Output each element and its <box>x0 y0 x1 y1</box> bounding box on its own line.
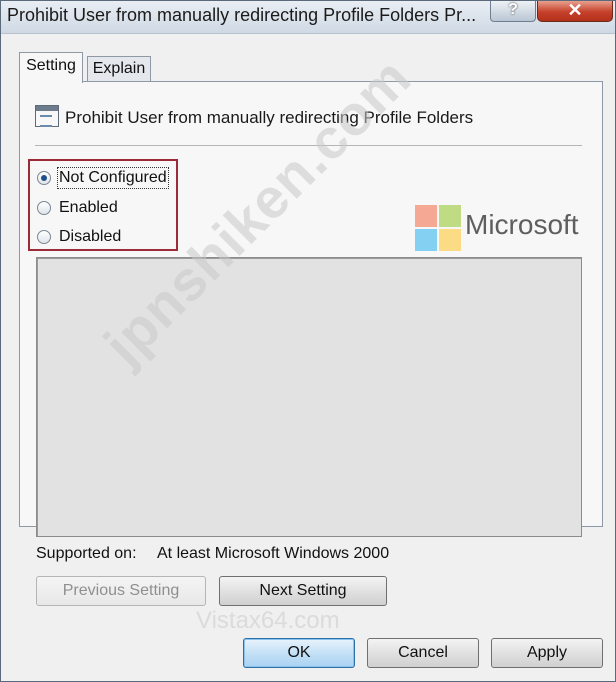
comment-textarea[interactable] <box>36 257 582 537</box>
logo-square-red <box>415 205 437 227</box>
supported-on-value: At least Microsoft Windows 2000 <box>157 545 390 562</box>
radio-label-disabled: Disabled <box>59 228 122 245</box>
radio-label-not-configured: Not Configured <box>57 167 169 189</box>
tab-setting[interactable]: Setting <box>19 52 83 83</box>
microsoft-brand-text: Microsoft <box>465 209 579 240</box>
radio-button-checked[interactable] <box>37 171 51 185</box>
microsoft-logo-icon <box>415 205 463 253</box>
radio-button[interactable] <box>37 201 51 215</box>
radio-button[interactable] <box>37 230 51 244</box>
divider <box>35 145 582 146</box>
supported-on-label: Supported on: <box>36 545 137 562</box>
window-title: Prohibit User from manually redirecting … <box>7 5 477 25</box>
cancel-button[interactable]: Cancel <box>367 638 479 668</box>
policy-name: Prohibit User from manually redirecting … <box>65 108 474 127</box>
ok-button[interactable]: OK <box>243 638 355 668</box>
previous-setting-button[interactable]: Previous Setting <box>36 576 206 606</box>
next-setting-button[interactable]: Next Setting <box>219 576 387 606</box>
title-bar[interactable]: Prohibit User from manually redirecting … <box>1 1 615 34</box>
policy-setting-icon <box>35 105 59 127</box>
policy-dialog-window: Prohibit User from manually redirecting … <box>0 0 616 682</box>
radio-label-enabled: Enabled <box>59 199 118 216</box>
tab-explain[interactable]: Explain <box>87 56 151 82</box>
logo-square-yellow <box>439 229 461 251</box>
logo-square-blue <box>415 229 437 251</box>
help-button[interactable]: ? <box>490 1 536 22</box>
watermark-secondary: Vistax64.com <box>196 607 340 634</box>
apply-button[interactable]: Apply <box>491 638 603 668</box>
close-button[interactable]: ✕ <box>537 1 613 22</box>
logo-square-green <box>439 205 461 227</box>
